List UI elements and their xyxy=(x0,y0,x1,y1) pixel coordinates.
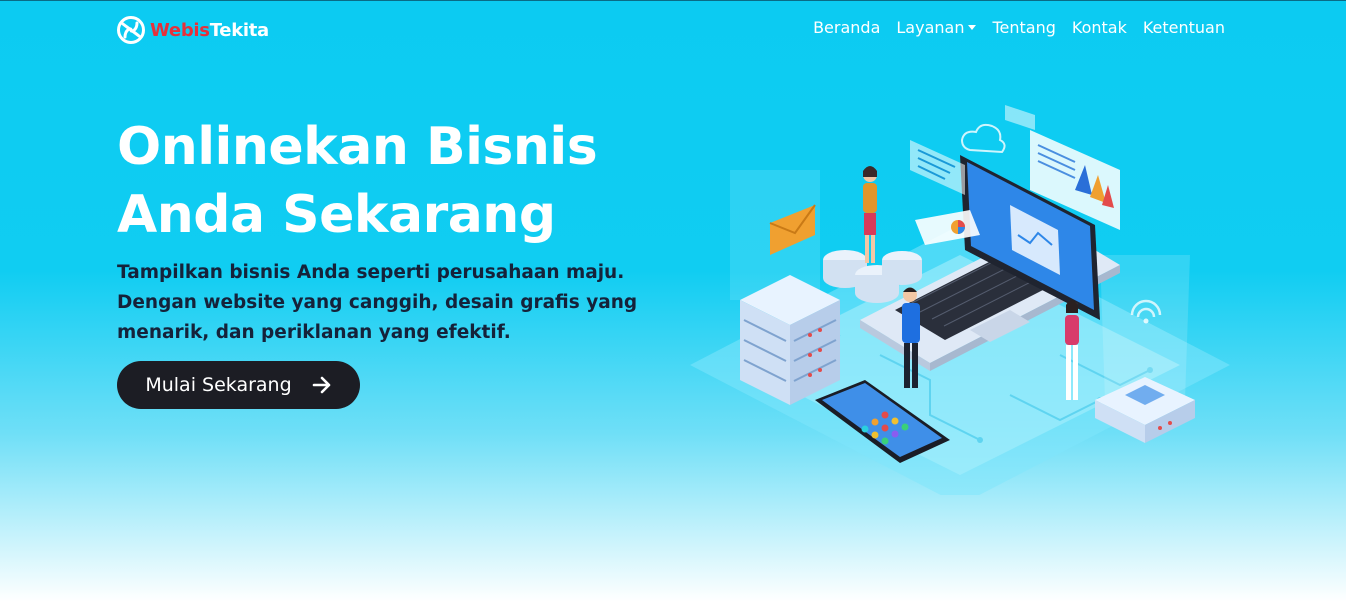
nav-label: Tentang xyxy=(992,18,1056,37)
caret-down-icon xyxy=(968,25,977,30)
hero-desc-line3: menarik, dan periklanan yang efektif. xyxy=(117,322,511,343)
brand-logo-icon xyxy=(117,16,145,44)
nav-label: Beranda xyxy=(813,18,881,37)
nav-item-layanan[interactable]: Layanan xyxy=(896,18,977,37)
arrow-right-icon xyxy=(312,376,330,394)
nav-item-kontak[interactable]: Kontak xyxy=(1072,18,1127,37)
brand-name-part2: Tekita xyxy=(209,19,269,41)
cta-label: Mulai Sekarang xyxy=(145,374,292,396)
hero-desc-line2: Dengan website yang canggih, desain graf… xyxy=(117,292,638,313)
isometric-technology-illustration xyxy=(690,105,1230,495)
hero-description: Tampilkan bisnis Anda seperti perusahaan… xyxy=(117,258,657,348)
nav-item-tentang[interactable]: Tentang xyxy=(992,18,1055,37)
hero-desc-line1: Tampilkan bisnis Anda seperti perusahaan… xyxy=(117,262,625,283)
brand-name-part1: Webis xyxy=(150,19,210,41)
hero-title: Onlinekan Bisnis Anda Sekarang xyxy=(117,113,697,249)
start-now-button[interactable]: Mulai Sekarang xyxy=(117,361,360,409)
navbar: Webis Tekita Beranda Layanan Tentang Kont… xyxy=(0,0,1346,60)
nav-item-beranda[interactable]: Beranda xyxy=(813,18,880,37)
nav-label: Ketentuan xyxy=(1142,18,1225,37)
nav-item-ketentuan[interactable]: Ketentuan xyxy=(1143,18,1225,37)
brand-link[interactable]: Webis Tekita xyxy=(116,15,269,45)
nav-label: Layanan xyxy=(896,18,965,37)
hero-title-line1: Onlinekan Bisnis xyxy=(117,117,598,177)
nav-label: Kontak xyxy=(1071,18,1127,37)
hero-title-line2: Anda Sekarang xyxy=(117,185,556,245)
nav-menu: Beranda Layanan Tentang Kontak Ketentuan xyxy=(797,18,1225,37)
